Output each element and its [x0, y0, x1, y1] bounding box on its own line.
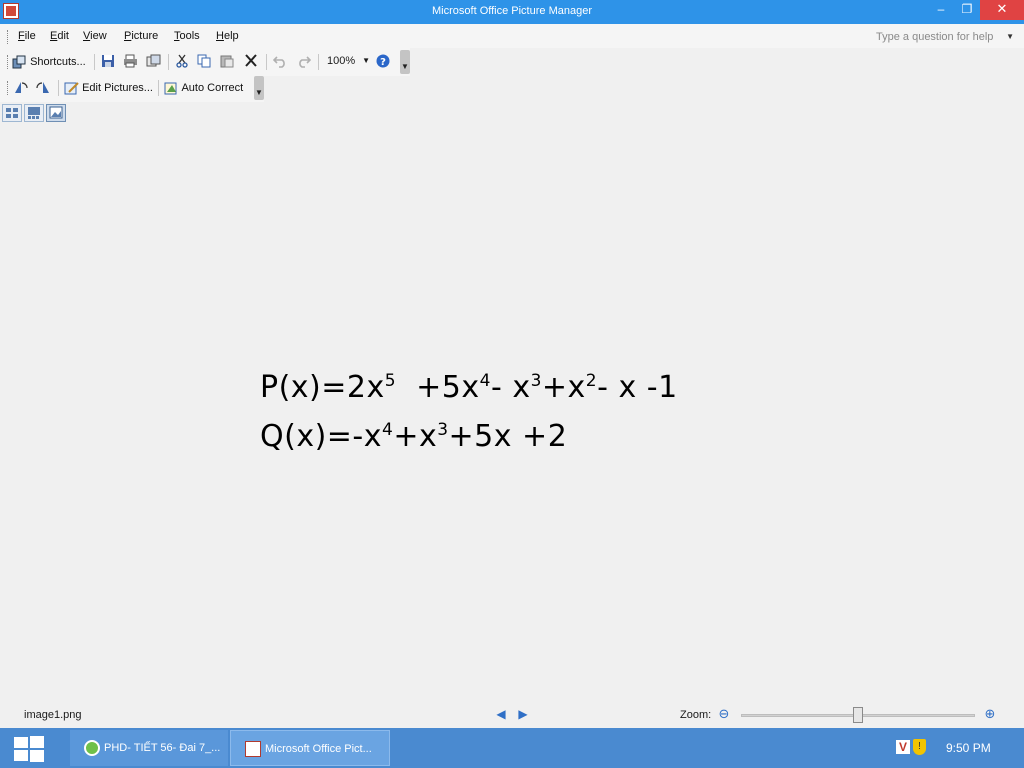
shortcuts-button[interactable]: Shortcuts...: [12, 54, 86, 70]
edit-pictures-button[interactable]: Edit Pictures...: [64, 80, 153, 96]
antivirus-tray-icon[interactable]: V: [896, 740, 910, 754]
single-picture-view-icon: [49, 106, 63, 119]
taskbar-item-document[interactable]: PHD- TIẾT 56- Đai 7_...: [70, 730, 228, 766]
picture-toolbar: Edit Pictures... Auto Correct ▼: [0, 74, 264, 102]
chevron-down-icon: ▼: [362, 56, 370, 65]
taskbar-item-picture-manager[interactable]: Microsoft Office Pict...: [230, 730, 390, 766]
filmstrip-view-icon: [28, 107, 40, 119]
taskbar-clock[interactable]: 9:50 PM: [946, 741, 991, 755]
polynomial-q: Q(x)=-x4+x3+5x +2: [260, 419, 568, 454]
delete-icon[interactable]: [244, 54, 259, 68]
filmstrip-view-button[interactable]: [24, 104, 44, 122]
zoom-out-icon[interactable]: ⊖: [716, 706, 732, 722]
toolbar-separator: [266, 54, 267, 70]
save-icon[interactable]: [101, 54, 116, 68]
print-icon[interactable]: [123, 54, 138, 68]
menu-picture[interactable]: Picture: [124, 30, 158, 42]
security-shield-icon[interactable]: !: [913, 739, 926, 755]
help-question-input[interactable]: Type a question for help ▼: [876, 28, 1016, 46]
menu-tools[interactable]: Tools: [174, 30, 200, 42]
zoom-level-select[interactable]: 100% ▼: [322, 52, 372, 70]
minimize-button[interactable]: –: [928, 0, 954, 20]
toolbar-separator: [168, 54, 169, 70]
toolbar-grip[interactable]: [7, 55, 10, 69]
window-title: Microsoft Office Picture Manager: [432, 5, 592, 17]
toolbar-options-button[interactable]: ▼: [254, 76, 264, 100]
undo-icon[interactable]: [273, 54, 288, 68]
menu-view[interactable]: View: [83, 30, 107, 42]
zoom-slider-thumb[interactable]: [853, 707, 863, 723]
toolbar-separator: [318, 54, 319, 70]
document-viewer-icon: [84, 740, 100, 756]
thumbnail-view-button[interactable]: [2, 104, 22, 122]
auto-correct-icon: [164, 82, 177, 95]
rotate-right-icon[interactable]: [36, 80, 51, 94]
email-picture-icon[interactable]: [146, 54, 161, 68]
cut-icon[interactable]: [175, 54, 190, 68]
single-picture-view-button[interactable]: [46, 104, 66, 122]
copy-icon[interactable]: [197, 54, 212, 68]
windows-start-button[interactable]: [14, 736, 44, 762]
polynomial-p: P(x)=2x5 +5x4- x3+x2- x -1: [260, 370, 678, 405]
redo-icon[interactable]: [296, 54, 311, 68]
help-icon[interactable]: ?: [376, 54, 391, 68]
next-picture-icon[interactable]: ▶: [516, 707, 530, 721]
edit-pictures-icon: [64, 82, 79, 95]
paste-icon[interactable]: [220, 54, 235, 68]
status-bar: image1.png ◀ ▶ Zoom: ⊖ ⊕: [0, 702, 1024, 728]
help-dropdown-arrow-icon[interactable]: ▼: [1006, 28, 1014, 46]
shortcuts-icon: [12, 55, 26, 69]
current-filename: image1.png: [24, 709, 82, 721]
menu-bar-grip[interactable]: [7, 30, 10, 44]
toolbar-separator: [94, 54, 95, 70]
svg-text:?: ?: [380, 57, 386, 68]
previous-picture-icon[interactable]: ◀: [494, 707, 508, 721]
toolbar-separator: [58, 80, 59, 96]
rotate-left-icon[interactable]: [13, 80, 28, 94]
toolbar-separator: [158, 80, 159, 96]
menu-file[interactable]: File: [18, 30, 36, 42]
zoom-in-icon[interactable]: ⊕: [982, 706, 998, 722]
menu-help[interactable]: Help: [216, 30, 239, 42]
windows-taskbar: PHD- TIẾT 56- Đai 7_... Microsoft Office…: [0, 728, 1024, 768]
thumbnail-view-icon: [6, 108, 18, 118]
restore-button[interactable]: ❐: [954, 0, 980, 20]
auto-correct-button[interactable]: Auto Correct: [164, 80, 243, 96]
picture-manager-icon: [245, 741, 261, 757]
menu-edit[interactable]: Edit: [50, 30, 69, 42]
menu-bar: File Edit View Picture Tools Help Type a…: [0, 24, 1024, 48]
standard-toolbar: Shortcuts... 100% ▼ ? ▼: [0, 48, 410, 76]
title-bar: Microsoft Office Picture Manager – ❐ ✕: [0, 0, 1024, 24]
toolbar-grip[interactable]: [7, 81, 10, 95]
picture-canvas[interactable]: P(x)=2x5 +5x4- x3+x2- x -1 Q(x)=-x4+x3+5…: [0, 126, 1024, 702]
close-button[interactable]: ✕: [980, 0, 1024, 20]
toolbar-options-button[interactable]: ▼: [400, 50, 410, 74]
help-question-placeholder: Type a question for help: [876, 31, 994, 43]
zoom-label: Zoom:: [680, 709, 712, 721]
